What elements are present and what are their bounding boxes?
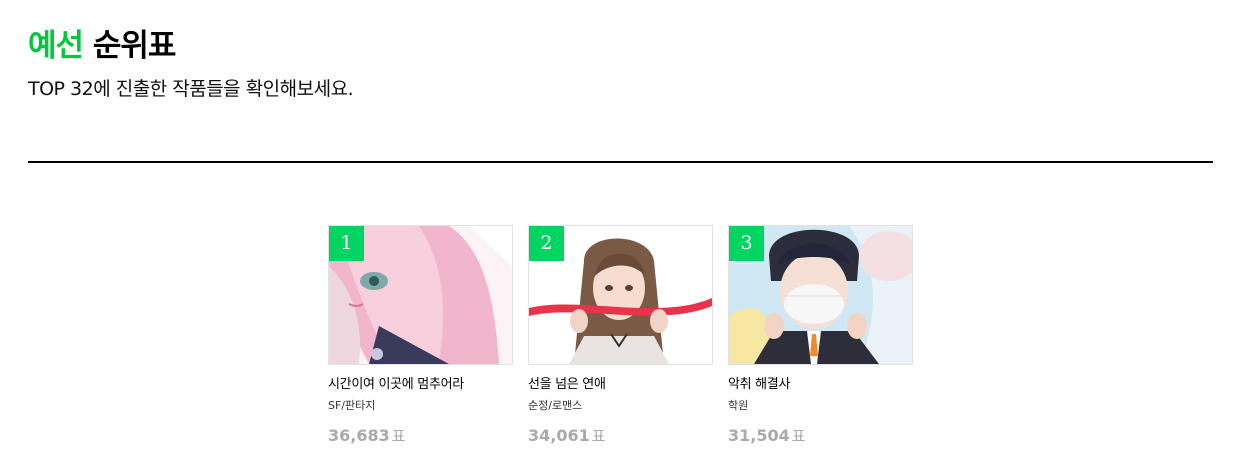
vote-count: 34,061 표 (528, 425, 713, 447)
header-divider (28, 161, 1213, 163)
vote-count: 31,504 표 (728, 425, 913, 447)
vote-number: 31,504 (728, 426, 790, 445)
ranking-card[interactable]: 2 선을 넘은 연애 순정/로맨스 34,061 표 (528, 225, 713, 447)
vote-count: 36,683 표 (328, 425, 513, 447)
ranking-list: 1 시간이여 이곳에 멈추어라 SF/판타지 36,683 표 2 선을 넘은 연 (328, 225, 913, 447)
title-rest: 순위표 (92, 28, 177, 64)
webtoon-thumbnail[interactable]: 1 (328, 225, 513, 365)
vote-unit: 표 (791, 427, 806, 445)
vote-number: 36,683 (328, 426, 390, 445)
ranking-card[interactable]: 3 악취 해결사 학원 31,504 표 (728, 225, 913, 447)
webtoon-genre: 순정/로맨스 (528, 399, 583, 412)
webtoon-thumbnail[interactable]: 2 (528, 225, 713, 365)
webtoon-genre: 학원 (728, 399, 749, 412)
rank-badge: 2 (529, 226, 564, 261)
webtoon-genre: SF/판타지 (328, 399, 376, 412)
rank-badge: 1 (329, 226, 364, 261)
page-subtitle: TOP 32에 진출한 작품들을 확인해보세요. (28, 78, 354, 100)
vote-unit: 표 (591, 427, 606, 445)
page-header: 예선 순위표 TOP 32에 진출한 작품들을 확인해보세요. (28, 22, 354, 102)
vote-number: 34,061 (528, 426, 590, 445)
webtoon-title[interactable]: 선을 넘은 연애 (528, 375, 713, 395)
webtoon-thumbnail[interactable]: 3 (728, 225, 913, 365)
title-accent: 예선 (28, 28, 84, 64)
page-title: 예선 순위표 (28, 22, 353, 70)
ranking-card[interactable]: 1 시간이여 이곳에 멈추어라 SF/판타지 36,683 표 (328, 225, 513, 447)
webtoon-title[interactable]: 악취 해결사 (728, 375, 913, 395)
rank-badge: 3 (729, 226, 764, 261)
vote-unit: 표 (391, 427, 406, 445)
webtoon-title[interactable]: 시간이여 이곳에 멈추어라 (328, 375, 513, 395)
